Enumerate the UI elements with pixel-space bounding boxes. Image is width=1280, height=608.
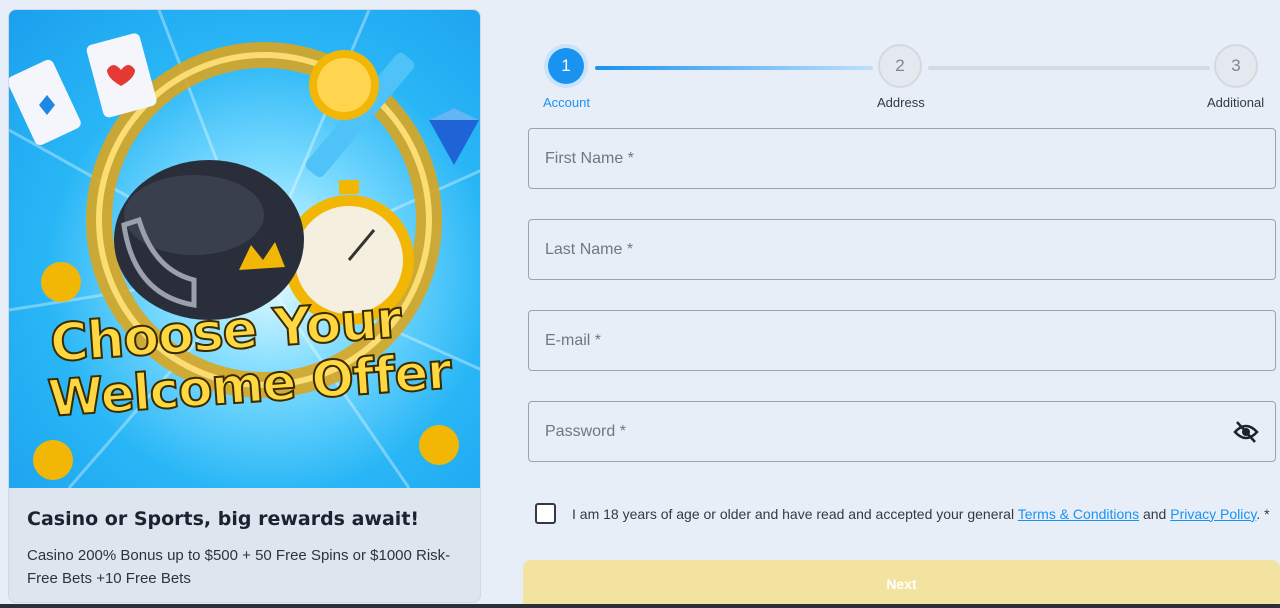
step-3-label: Additional [1207, 95, 1265, 110]
last-name-input[interactable] [545, 240, 1205, 259]
password-field[interactable] [528, 401, 1276, 462]
password-input[interactable] [545, 422, 1205, 441]
terms-prefix: I am 18 years of age or older and have r… [572, 505, 1018, 522]
promo-title: Casino or Sports, big rewards await! [27, 508, 420, 530]
next-button[interactable]: Next [523, 560, 1280, 608]
step-1-circle: 1 [548, 48, 584, 84]
step-2-circle: 2 [878, 44, 922, 88]
terms-text: I am 18 years of age or older and have r… [572, 506, 1270, 522]
step-line-idle [928, 66, 1210, 70]
terms-row: I am 18 years of age or older and have r… [535, 503, 1270, 524]
first-name-field[interactable] [528, 128, 1276, 189]
privacy-policy-link[interactable]: Privacy Policy [1170, 506, 1256, 522]
hockey-helmet-icon [114, 160, 304, 320]
promo-card: Choose Your Welcome Offer Casino or Spor… [8, 9, 481, 603]
first-name-input[interactable] [545, 149, 1205, 168]
terms-checkbox[interactable] [535, 503, 556, 524]
step-progress-line [595, 66, 873, 70]
email-input[interactable] [545, 331, 1205, 350]
gold-coin-icon [309, 50, 379, 120]
email-field[interactable] [528, 310, 1276, 371]
step-3-circle: 3 [1214, 44, 1258, 88]
promo-banner-image: Choose Your Welcome Offer [9, 10, 480, 488]
bottom-edge-bar [0, 604, 1280, 608]
terms-middle: and [1139, 505, 1171, 522]
terms-suffix: . * [1256, 505, 1270, 522]
terms-conditions-link[interactable]: Terms & Conditions [1018, 506, 1139, 522]
step-2-label: Address [877, 95, 925, 110]
promo-text-block: Casino or Sports, big rewards await! Cas… [9, 488, 480, 602]
registration-stepper: 1 Account 2 Address 3 Additional [528, 44, 1280, 114]
last-name-field[interactable] [528, 219, 1276, 280]
eye-off-icon[interactable] [1233, 420, 1259, 444]
promo-description: Casino 200% Bonus up to $500 + 50 Free S… [27, 547, 451, 587]
step-1-label: Account [543, 95, 590, 110]
